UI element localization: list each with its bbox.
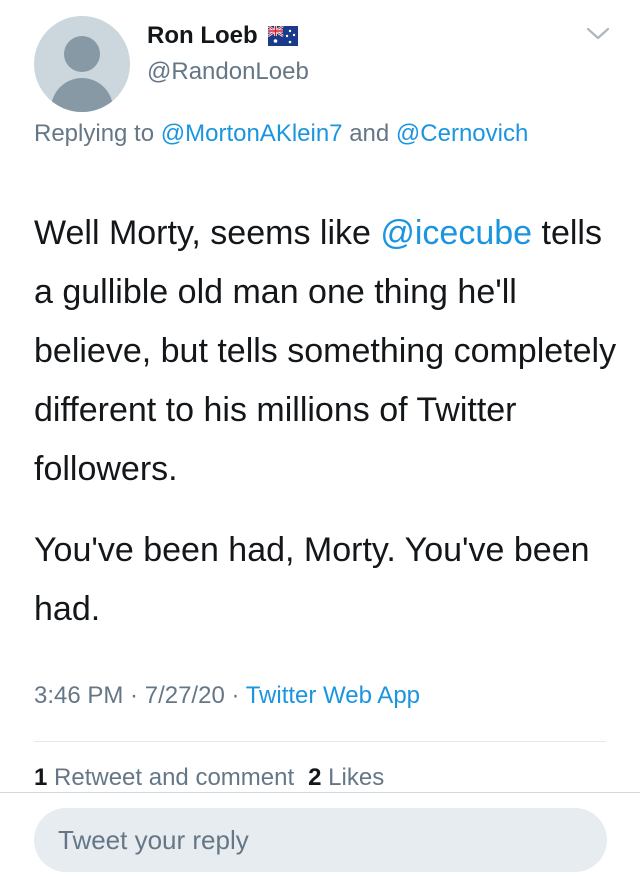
australia-flag-icon: [267, 26, 298, 46]
reply-input[interactable]: Tweet your reply: [34, 808, 607, 872]
tweet-source-link[interactable]: Twitter Web App: [246, 682, 420, 709]
tweet-text: Well Morty, seems like @icecube tells a …: [34, 204, 624, 639]
replying-joiner: and: [342, 120, 390, 147]
replying-prefix: Replying to: [34, 120, 161, 147]
tweet-paragraph-2: You've been had, Morty. You've been had.: [34, 531, 590, 628]
reply-placeholder: Tweet your reply: [58, 824, 249, 855]
tweet-text-part: tells a gullible old man one thing he'll…: [34, 214, 617, 488]
likes-stat[interactable]: 2 Likes: [308, 764, 384, 791]
tweet-text-part: Well Morty, seems like: [34, 214, 381, 252]
avatar-shoulders: [51, 78, 113, 112]
tweet-time[interactable]: 3:46 PM: [34, 682, 123, 709]
author-name-row: Ron Loeb: [147, 22, 298, 50]
divider: [34, 741, 606, 742]
meta-separator: ·: [224, 682, 246, 709]
chevron-down-icon[interactable]: [583, 24, 613, 44]
mention-cernovich[interactable]: @Cernovich: [396, 120, 528, 147]
retweets-stat[interactable]: 1 Retweet and comment: [34, 764, 294, 791]
retweets-count: 1: [34, 764, 48, 791]
tweet-meta: 3:46 PM · 7/27/20 · Twitter Web App: [34, 682, 420, 710]
tweet-date[interactable]: 7/27/20: [145, 682, 225, 709]
author-handle[interactable]: @RandonLoeb: [147, 58, 309, 86]
mention-mortonaklein7[interactable]: @MortonAKlein7: [161, 120, 343, 147]
avatar-head: [64, 36, 100, 72]
tweet-paragraph-1: Well Morty, seems like @icecube tells a …: [34, 204, 624, 499]
replying-to: Replying to @MortonAKlein7 and @Cernovic…: [34, 114, 594, 154]
avatar[interactable]: [34, 16, 130, 112]
retweets-label: Retweet and comment: [47, 764, 295, 791]
tweet-stats: 1 Retweet and comment 2 Likes: [34, 764, 384, 792]
divider: [0, 792, 640, 793]
author-display-name[interactable]: Ron Loeb: [147, 22, 258, 50]
meta-separator: ·: [123, 682, 145, 709]
mention-icecube[interactable]: @icecube: [380, 214, 532, 252]
likes-label: Likes: [321, 764, 385, 791]
likes-count: 2: [308, 764, 322, 791]
